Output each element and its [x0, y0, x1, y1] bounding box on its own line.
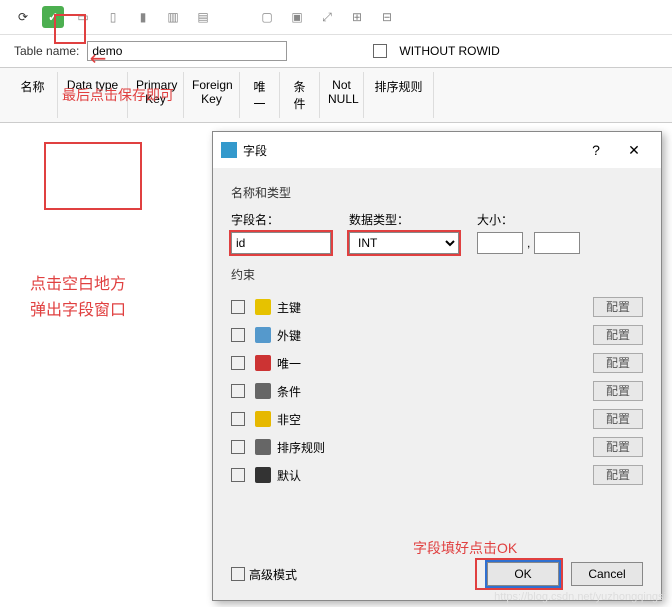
constraint-icon: [255, 355, 271, 371]
tool-icon-8[interactable]: ⤢: [314, 4, 340, 30]
config-button[interactable]: 配置: [593, 381, 643, 401]
constraint-icon: [255, 327, 271, 343]
anno-blank-text1: 点击空白地方: [30, 270, 126, 294]
constraint-row: 主键 配置: [231, 293, 643, 321]
tool-icon-4[interactable]: ▥: [160, 4, 186, 30]
constraint-label: 条件: [277, 383, 301, 400]
size-comma: ,: [527, 236, 530, 250]
dialog-titlebar: 字段 ? ✕: [213, 132, 661, 168]
refresh-icon[interactable]: ⟳: [10, 4, 36, 30]
config-button[interactable]: 配置: [593, 325, 643, 345]
constraint-label: 默认: [277, 467, 301, 484]
help-button[interactable]: ?: [577, 138, 615, 162]
anno-save-box: [54, 14, 86, 44]
tool-icon-7[interactable]: ▣: [284, 4, 310, 30]
watermark: https://blog.csdn.net/yuzhongqingsi: [494, 591, 666, 603]
header-notnull: Not NULL: [320, 72, 364, 118]
constraint-checkbox[interactable]: [231, 328, 245, 342]
tool-icon-5[interactable]: ▤: [190, 4, 216, 30]
anno-ok-text: 字段填好点击OK: [413, 538, 517, 558]
datatype-label: 数据类型：: [349, 211, 459, 228]
group-constraint: 约束: [231, 266, 643, 283]
constraint-row: 排序规则 配置: [231, 433, 643, 461]
field-dialog: 字段 ? ✕ 名称和类型 字段名： 数据类型： INT 大小： ,: [212, 131, 662, 601]
header-collate: 排序规则: [364, 72, 434, 118]
constraint-label: 非空: [277, 411, 301, 428]
size-spinner-2[interactable]: [534, 232, 580, 254]
config-button[interactable]: 配置: [593, 297, 643, 317]
header-fk: Foreign Key: [184, 72, 240, 118]
config-button[interactable]: 配置: [593, 465, 643, 485]
header-name: 名称: [8, 72, 58, 118]
anno-blank-box: [44, 142, 142, 210]
datatype-select[interactable]: INT: [349, 232, 459, 254]
group-nametype: 名称和类型: [231, 184, 643, 201]
constraint-checkbox[interactable]: [231, 468, 245, 482]
field-name-label: 字段名：: [231, 211, 331, 228]
advanced-checkbox[interactable]: [231, 567, 245, 581]
constraint-label: 主键: [277, 299, 301, 316]
constraint-label: 排序规则: [277, 439, 325, 456]
field-name-input[interactable]: [231, 232, 331, 254]
advanced-label: 高级模式: [249, 566, 297, 583]
ok-button[interactable]: OK: [487, 562, 559, 586]
constraint-icon: [255, 411, 271, 427]
anno-ok-box: OK: [475, 558, 563, 590]
constraint-row: 条件 配置: [231, 377, 643, 405]
without-rowid-checkbox[interactable]: [373, 44, 387, 58]
anno-blank-text2: 弹出字段窗口: [30, 296, 126, 320]
constraint-row: 唯一 配置: [231, 349, 643, 377]
constraint-icon: [255, 467, 271, 483]
constraint-icon: [255, 383, 271, 399]
constraint-checkbox[interactable]: [231, 300, 245, 314]
dialog-title: 字段: [243, 142, 267, 159]
config-button[interactable]: 配置: [593, 353, 643, 373]
without-rowid-label: WITHOUT ROWID: [399, 44, 499, 58]
tool-icon-3[interactable]: ▮: [130, 4, 156, 30]
constraint-icon: [255, 299, 271, 315]
tool-icon-2[interactable]: ▯: [100, 4, 126, 30]
dialog-icon: [221, 142, 237, 158]
cancel-button[interactable]: Cancel: [571, 562, 643, 586]
constraint-row: 默认 配置: [231, 461, 643, 489]
table-name-label: Table name:: [14, 44, 79, 58]
size-label: 大小：: [477, 211, 580, 228]
tool-icon-6[interactable]: ▢: [254, 4, 280, 30]
constraint-icon: [255, 439, 271, 455]
constraint-row: 非空 配置: [231, 405, 643, 433]
header-unique: 唯一: [240, 72, 280, 118]
constraint-row: 外键 配置: [231, 321, 643, 349]
constraint-label: 外键: [277, 327, 301, 344]
table-name-input[interactable]: [87, 41, 287, 61]
constraint-checkbox[interactable]: [231, 356, 245, 370]
main-toolbar: ⟳ ✓ ▭ ▯ ▮ ▥ ▤ ▢ ▣ ⤢ ⊞ ⊟: [0, 0, 672, 35]
dialog-body: 名称和类型 字段名： 数据类型： INT 大小： , 约束 主键配置外键配置唯一…: [213, 168, 661, 499]
anno-save-text: 最后点击保存即可: [62, 85, 174, 105]
size-spinner-1[interactable]: [477, 232, 523, 254]
constraint-checkbox[interactable]: [231, 412, 245, 426]
tool-icon-10[interactable]: ⊟: [374, 4, 400, 30]
config-button[interactable]: 配置: [593, 437, 643, 457]
close-button[interactable]: ✕: [615, 138, 653, 162]
constraint-checkbox[interactable]: [231, 384, 245, 398]
header-cond: 条件: [280, 72, 320, 118]
dialog-footer: 高级模式 OK Cancel: [231, 558, 643, 590]
config-button[interactable]: 配置: [593, 409, 643, 429]
constraint-label: 唯一: [277, 355, 301, 372]
constraint-checkbox[interactable]: [231, 440, 245, 454]
tool-icon-9[interactable]: ⊞: [344, 4, 370, 30]
